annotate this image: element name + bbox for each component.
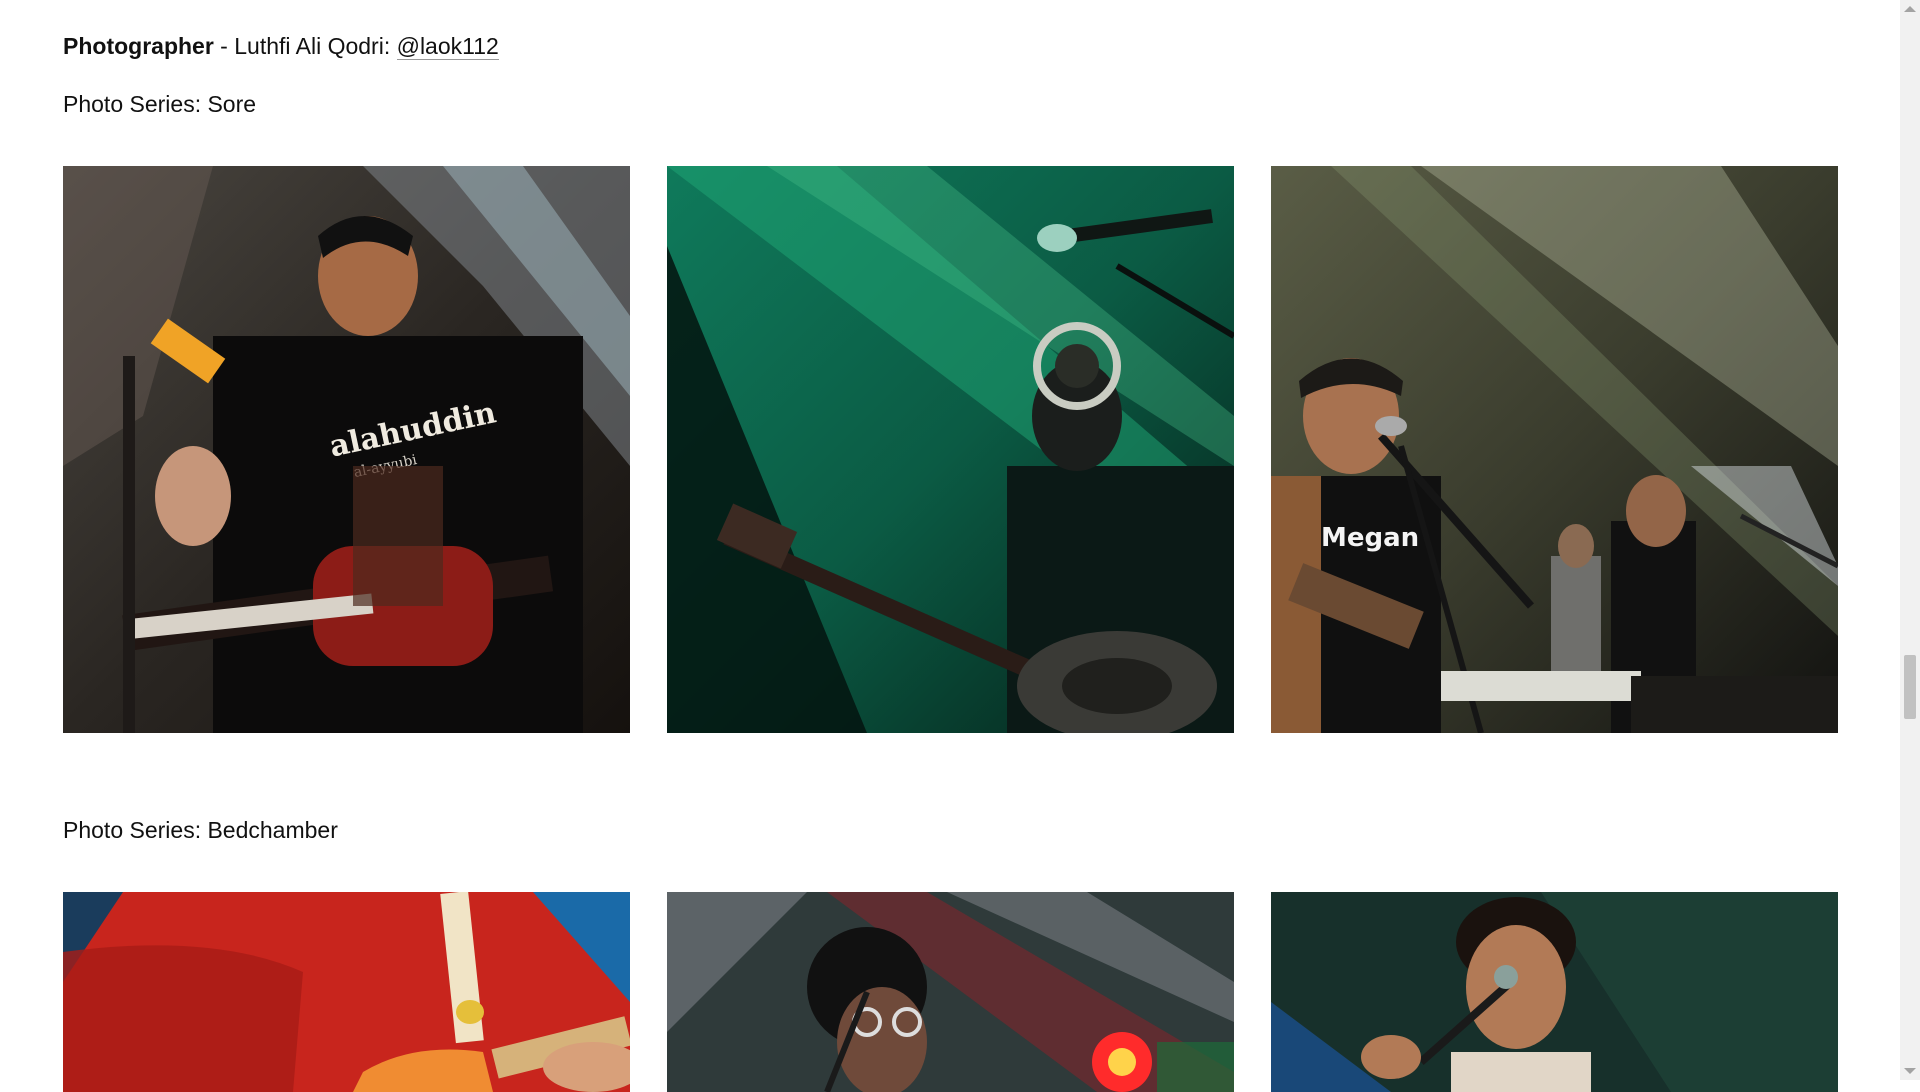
series-title-bedchamber: Photo Series: Bedchamber xyxy=(63,817,338,843)
vertical-scrollbar[interactable] xyxy=(1900,0,1920,1080)
photo-bedchamber-2[interactable] xyxy=(667,892,1234,1092)
photo-bedchamber-3[interactable] xyxy=(1271,892,1838,1092)
page: Photographer - Luthfi Ali Qodri: @laok11… xyxy=(0,0,1900,1092)
shirt-text-2: Megan xyxy=(1321,523,1419,553)
photo-trumpet-green-icon xyxy=(667,166,1234,733)
credit-name: Luthfi Ali Qodri: xyxy=(234,33,397,59)
photo-sore-3[interactable]: Megan xyxy=(1271,166,1838,733)
photo-guitarist-red-icon: alahuddin al-ayyubi xyxy=(63,166,630,733)
photo-red-shirt-guitar-icon xyxy=(63,892,630,1092)
credit-role: Photographer xyxy=(63,33,214,59)
credit-separator: - xyxy=(213,33,235,59)
scroll-down-arrow-icon[interactable] xyxy=(1904,1068,1916,1074)
photo-bedchamber-1[interactable] xyxy=(63,892,630,1092)
series-title-sore: Photo Series: Sore xyxy=(63,91,257,117)
photographer-handle-link[interactable]: @laok112 xyxy=(396,33,499,60)
gallery-bedchamber xyxy=(63,892,1839,1092)
photo-singer-microphone-icon xyxy=(1271,892,1838,1092)
photo-sore-2[interactable] xyxy=(667,166,1234,733)
scrollbar-thumb[interactable] xyxy=(1904,655,1916,719)
photo-glasses-red-light-icon xyxy=(667,892,1234,1092)
photographer-credit: Photographer - Luthfi Ali Qodri: @laok11… xyxy=(63,31,499,61)
photo-band-stage-icon: Megan xyxy=(1271,166,1838,733)
gallery-sore: alahuddin al-ayyubi xyxy=(63,166,1839,733)
photo-sore-1[interactable]: alahuddin al-ayyubi xyxy=(63,166,630,733)
scroll-up-arrow-icon[interactable] xyxy=(1904,6,1916,12)
